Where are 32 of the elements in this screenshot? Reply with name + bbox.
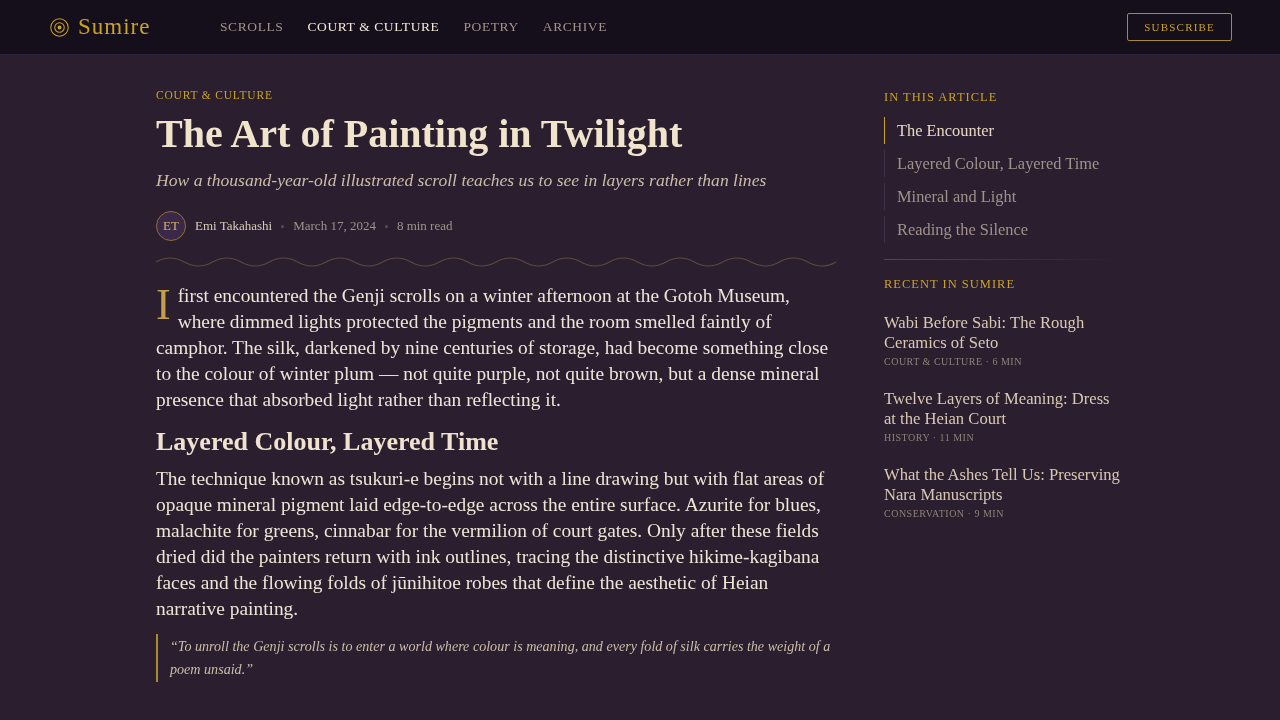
toc-link[interactable]: Layered Colour, Layered Time (884, 150, 1124, 177)
recent-article-link[interactable]: What the Ashes Tell Us: Preserving Nara Manuscripts (884, 465, 1124, 505)
nav-tab[interactable]: SCROLLS (220, 18, 284, 36)
ring-logo-icon (50, 17, 69, 37)
toc-heading: IN THIS ARTICLE (884, 90, 999, 105)
recent-article-meta: CONSERVATION · 9 MIN (884, 508, 1005, 520)
recent-heading: RECENT IN SUMIRE (884, 277, 1017, 292)
nav-tab[interactable]: COURT & CULTURE (307, 18, 440, 36)
recent-article-meta: HISTORY · 11 MIN (884, 432, 976, 444)
pull-quote: “To unroll the Genji scrolls is to enter a world where colour is meaning, and every fold of silk carries the weight of a poem unsaid.” (156, 634, 836, 682)
publish-date: March 17, 2024 (293, 218, 376, 234)
body-paragraph: I first encountered the Genji scrolls on a winter afternoon at the Gotoh Museum, where dimmed lights protected the pigments and the room smelled faintly of camphor. The silk, darkened by nine centuries of storage, had become something close to the colour of winter plum — not quite purple, not quite brown, but a dense mineral presence that absorbed light rather than reflecting it. (156, 283, 830, 412)
author-name: Emi Takahashi (195, 218, 273, 234)
recent-article-link[interactable]: Wabi Before Sabi: The Rough Ceramics of Seto (884, 313, 1124, 353)
body-paragraph: The technique known as tsukuri-e begins not with a line drawing but with flat areas of opaque mineral pigment laid edge-to-edge across the entire surface. Azurite for blues, malachite for greens, cinnabar for the vermilion of court gates. Only after these fields dried did the painters return with ink outlines, tracing the distinctive hikime-kagibana faces and the flowing folds of jūnihitoe robes that define the aesthetic of Heian narrative painting. (156, 467, 826, 621)
toc-link[interactable]: The Encounter (884, 117, 1124, 144)
nav-tab[interactable]: ARCHIVE (542, 18, 607, 36)
toc-link[interactable]: Reading the Silence (884, 216, 1124, 243)
site-logo[interactable]: Sumire (78, 13, 151, 41)
read-time: 8 min read (396, 218, 453, 234)
recent-article-link[interactable]: Twelve Layers of Meaning: Dress at the Heian Court (884, 389, 1124, 429)
author-avatar: ET (156, 211, 186, 241)
recent-article-meta: COURT & CULTURE · 6 MIN (884, 356, 1023, 368)
subscribe-button[interactable]: SUBSCRIBE (1127, 13, 1232, 41)
category-label: COURT & CULTURE (156, 88, 274, 102)
toc-link[interactable]: Mineral and Light (884, 183, 1124, 210)
article-subtitle: How a thousand-year-old illustrated scroll teaches us to see in layers rather than lines (156, 169, 768, 192)
article-title: The Art of Painting in Twilight (156, 110, 684, 158)
separator-dot-icon (281, 224, 285, 228)
nav-tab[interactable]: POETRY (463, 18, 519, 36)
section-heading: Layered Colour, Layered Time (156, 426, 500, 458)
separator-dot-icon (384, 224, 388, 228)
